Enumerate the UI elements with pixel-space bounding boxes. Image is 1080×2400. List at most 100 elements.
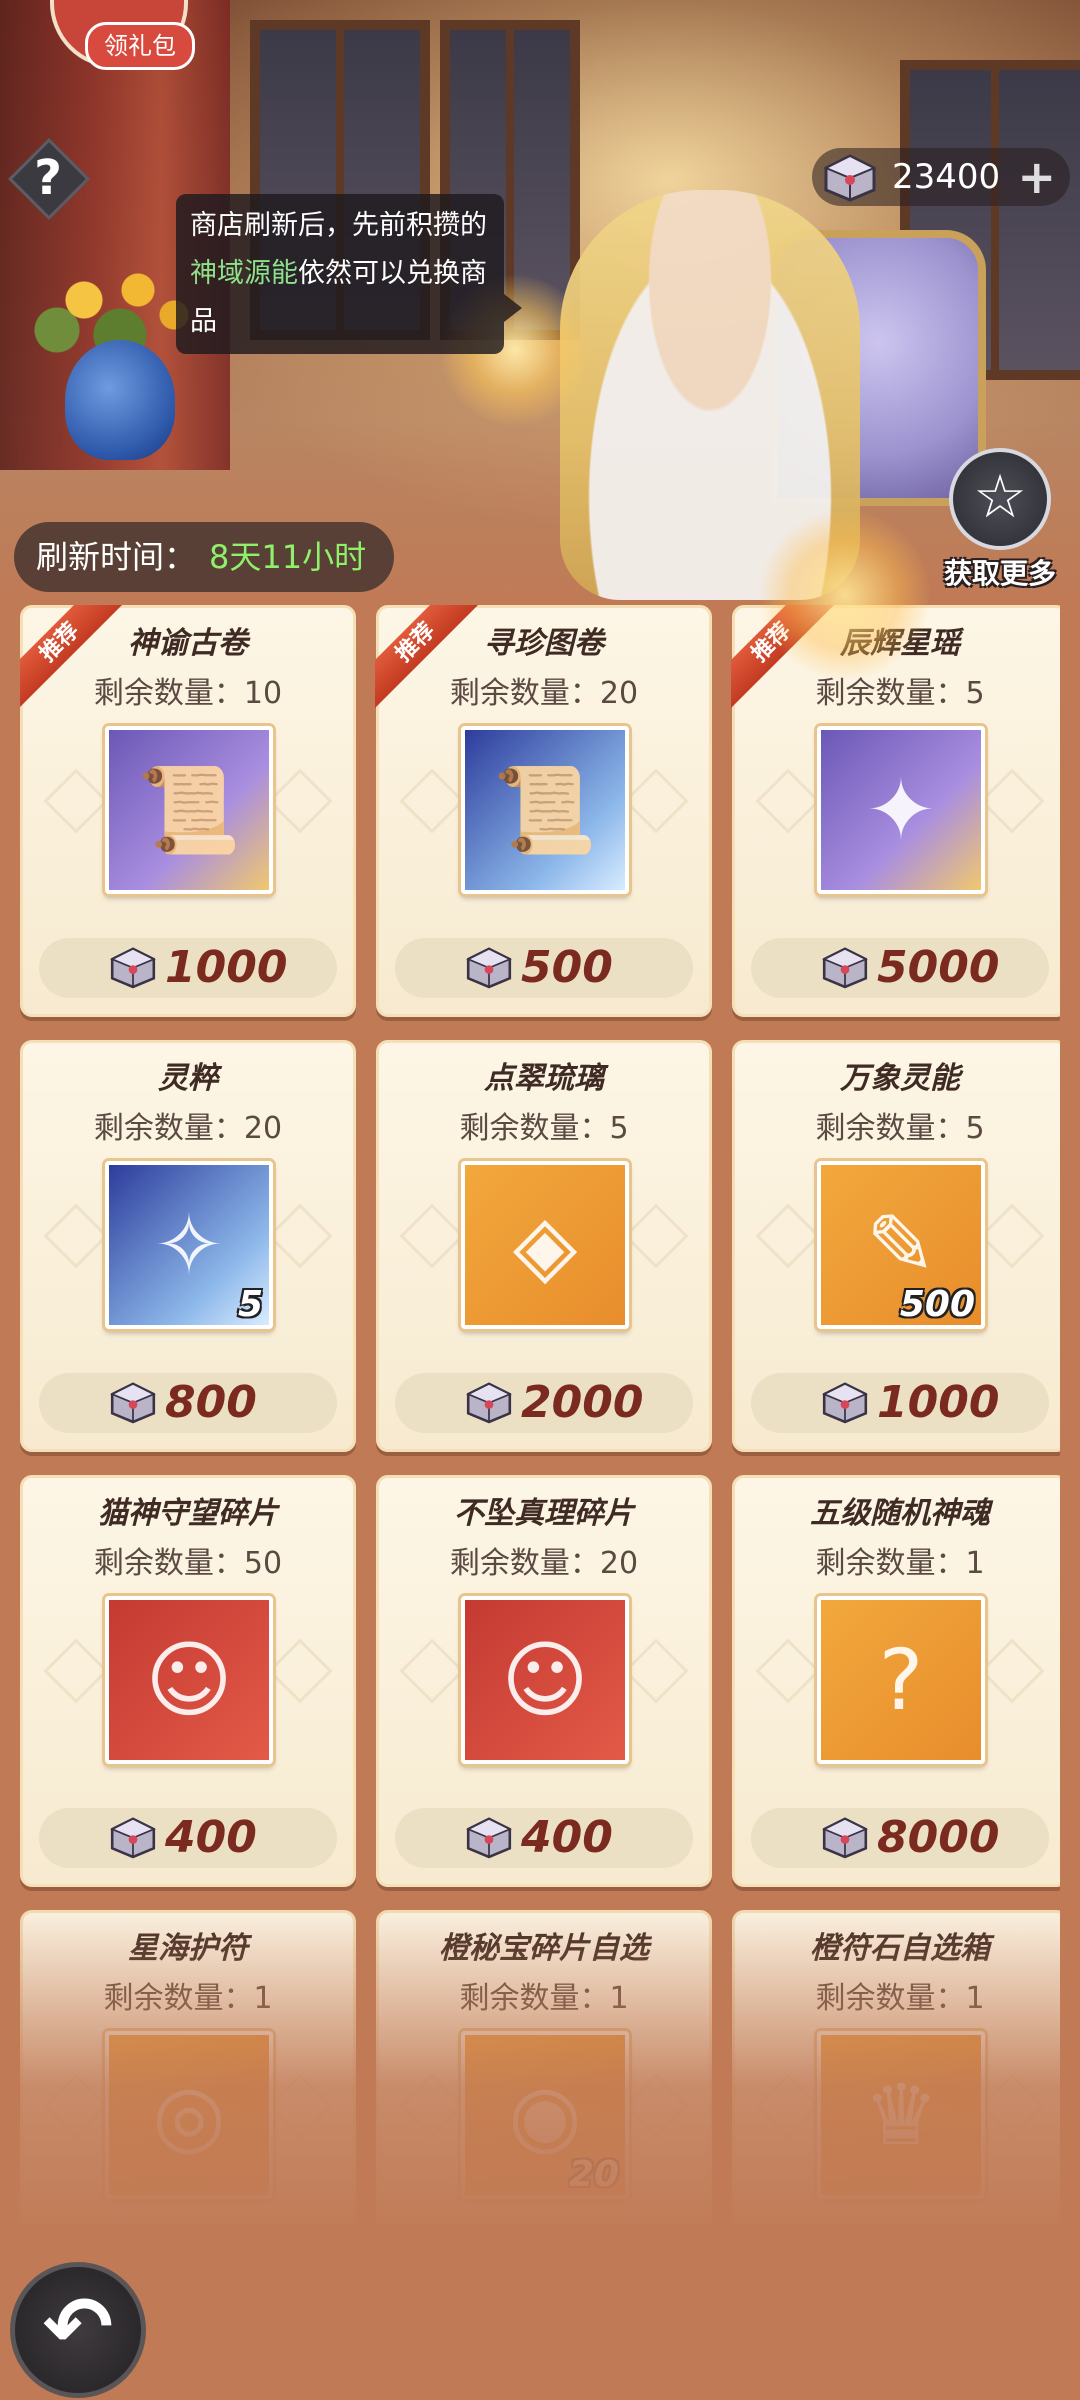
item-icon[interactable]: ◉ 20 <box>461 2031 629 2199</box>
diamond-ornament <box>267 2073 333 2139</box>
shop-item-card[interactable]: 推荐 寻珍图卷 剩余数量：20 📜 500 <box>375 605 712 1017</box>
item-art-icon: 📜 <box>136 761 242 859</box>
crystal-chest-icon <box>820 150 880 208</box>
item-art-icon: ◎ <box>152 2066 226 2164</box>
stock-label: 剩余数量： <box>103 1981 254 2016</box>
shop-item-card[interactable]: 猫神守望碎片 剩余数量：50 ☺ 400 <box>20 1475 356 1887</box>
diamond-ornament <box>623 768 689 834</box>
item-art-icon: ♛ <box>863 2066 939 2164</box>
item-stock: 剩余数量：20 <box>379 1538 709 1582</box>
item-art-icon: ? <box>878 1631 924 1729</box>
shop-item-card[interactable]: 点翠琉璃 剩余数量：5 ◈ 2000 <box>376 1040 712 1452</box>
crystal-chest-icon <box>819 1377 871 1431</box>
question-mark-icon: ? <box>34 150 62 206</box>
stock-label: 剩余数量： <box>459 1981 610 2016</box>
stock-value: 1 <box>609 1981 629 2016</box>
crystal-chest-icon <box>463 1377 515 1431</box>
refresh-timer: 刷新时间： 8天11小时 <box>14 522 394 592</box>
buy-button[interactable]: 500 <box>395 938 693 998</box>
item-icon[interactable]: 📜 <box>461 726 629 894</box>
item-stock: 剩余数量：1 <box>735 1973 1060 2017</box>
item-name: 星海护符 <box>128 1931 248 1966</box>
shop-item-card[interactable]: 推荐 神谕古卷 剩余数量：10 📜 1000 <box>20 605 356 1017</box>
gift-pack-button[interactable]: 领礼包 <box>85 22 195 70</box>
item-art-icon: ◈ <box>512 1196 578 1294</box>
item-icon[interactable]: ? <box>817 1596 985 1764</box>
stock-value: 20 <box>599 1546 639 1581</box>
star-icon: ☆ <box>973 462 1027 532</box>
item-stock: 剩余数量：5 <box>735 668 1060 712</box>
shop-item-card[interactable]: 橙秘宝碎片自选 剩余数量：1 ◉ 20 <box>376 1910 712 2225</box>
shop-item-card[interactable]: 橙符石自选箱剩余数量：1 ♛ <box>732 1910 1060 2225</box>
shop-item-card[interactable]: 不坠真理碎片 剩余数量：20 ☺ 400 <box>376 1475 712 1887</box>
diamond-ornament <box>755 1203 821 1269</box>
buy-button[interactable]: 1000 <box>39 938 337 998</box>
add-currency-button[interactable]: + <box>1017 148 1056 206</box>
currency-amount: 23400 <box>892 157 1001 197</box>
diamond-ornament <box>623 1203 689 1269</box>
item-icon[interactable]: ☺ <box>461 1596 629 1764</box>
crystal-chest-icon <box>107 1377 159 1431</box>
diamond-ornament <box>623 1638 689 1704</box>
get-more-label: 获取更多 <box>943 557 1056 590</box>
buy-button[interactable]: 400 <box>39 1808 337 1868</box>
stock-label: 剩余数量： <box>93 676 244 711</box>
item-name: 橙符石自选箱 <box>810 1931 990 1966</box>
diamond-ornament <box>623 2073 689 2139</box>
item-price: 400 <box>165 1812 257 1863</box>
help-button[interactable]: ? <box>7 137 91 221</box>
diamond-ornament <box>43 1638 109 1704</box>
item-icon[interactable]: ☺ <box>105 1596 273 1764</box>
item-icon[interactable]: ✎ 500 <box>817 1161 985 1329</box>
stock-label: 剩余数量： <box>93 1111 244 1146</box>
diamond-ornament <box>979 768 1045 834</box>
crystal-chest-icon <box>463 942 515 996</box>
diamond-ornament <box>399 2073 465 2139</box>
shop-item-card[interactable]: 万象灵能剩余数量：5 ✎ 500 1000 <box>732 1040 1060 1452</box>
stock-label: 剩余数量： <box>815 1546 966 1581</box>
buy-button[interactable]: 800 <box>39 1373 337 1433</box>
item-price: 2000 <box>521 1377 644 1428</box>
item-icon[interactable]: ✧ 5 <box>105 1161 273 1329</box>
item-stock: 剩余数量：5 <box>379 1103 709 1147</box>
stock-label: 剩余数量： <box>459 1111 610 1146</box>
item-name: 灵粹 <box>158 1061 218 1096</box>
item-price: 800 <box>165 1377 257 1428</box>
tooltip-highlight: 神域源能 <box>190 258 298 289</box>
item-stock: 剩余数量：1 <box>735 1538 1060 1582</box>
item-icon[interactable]: ✦ <box>817 726 985 894</box>
diamond-ornament <box>267 768 333 834</box>
item-icon[interactable]: ◎ <box>105 2031 273 2199</box>
diamond-ornament <box>267 1203 333 1269</box>
stock-label: 剩余数量： <box>815 1111 966 1146</box>
buy-button[interactable]: 5000 <box>751 938 1049 998</box>
diamond-ornament <box>399 1638 465 1704</box>
item-name: 神谕古卷 <box>128 626 248 661</box>
item-icon[interactable]: ♛ <box>817 2031 985 2199</box>
item-name: 猫神守望碎片 <box>98 1496 278 1531</box>
hero-banner <box>0 0 1080 600</box>
item-icon[interactable]: ◈ <box>461 1161 629 1329</box>
item-name: 万象灵能 <box>840 1061 960 1096</box>
buy-button[interactable]: 2000 <box>395 1373 693 1433</box>
back-button[interactable]: ↶ <box>10 2262 146 2398</box>
item-icon[interactable]: 📜 <box>105 726 273 894</box>
shop-item-card[interactable]: 灵粹 剩余数量：20 ✧ 5 800 <box>20 1040 356 1452</box>
item-art-icon: 📜 <box>492 761 598 859</box>
shop-item-card[interactable]: 星海护符 剩余数量：1 ◎ <box>20 1910 356 2225</box>
diamond-ornament <box>979 1203 1045 1269</box>
buy-button[interactable]: 400 <box>395 1808 693 1868</box>
shop-item-card[interactable]: 五级随机神魂 剩余数量：1? 8000 <box>732 1475 1060 1887</box>
get-more-button[interactable]: ☆ 获取更多 <box>940 448 1060 590</box>
buy-button[interactable]: 1000 <box>751 1373 1049 1433</box>
diamond-ornament <box>43 2073 109 2139</box>
buy-button[interactable]: 8000 <box>751 1808 1049 1868</box>
item-stock: 剩余数量：5 <box>735 1103 1060 1147</box>
stock-label: 剩余数量： <box>815 1981 966 2016</box>
item-quantity: 20 <box>568 2154 619 2195</box>
shop-item-card[interactable]: 推荐辰辉星瑶剩余数量：5✦5000 <box>731 605 1060 1017</box>
diamond-ornament <box>399 768 465 834</box>
diamond-ornament <box>399 1203 465 1269</box>
item-stock: 剩余数量：20 <box>379 668 709 712</box>
item-art-icon: ☺ <box>501 1631 589 1729</box>
